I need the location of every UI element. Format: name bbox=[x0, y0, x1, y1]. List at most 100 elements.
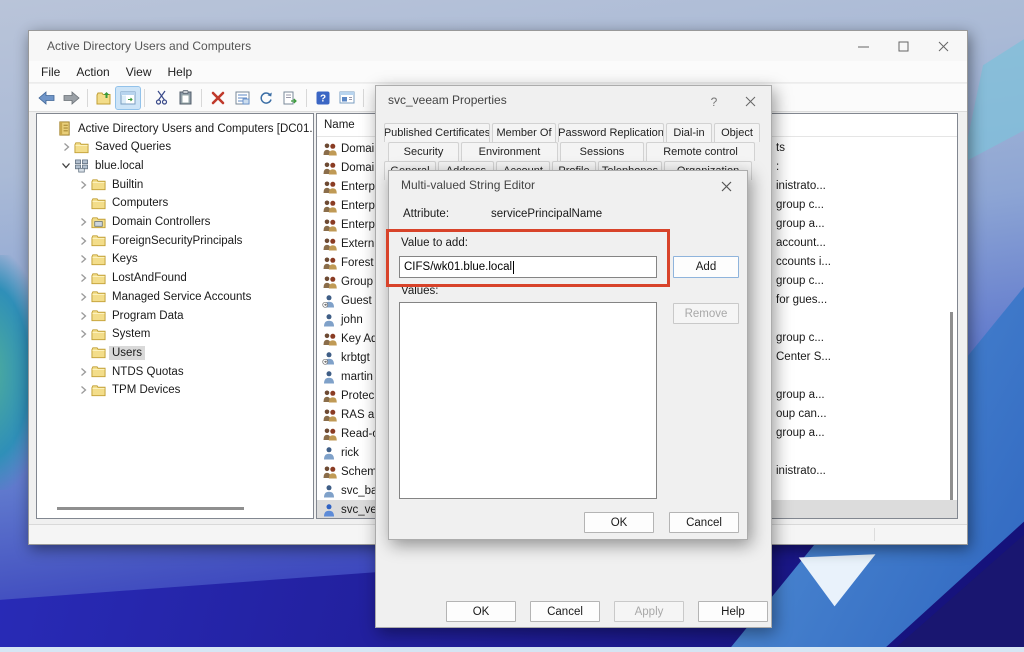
tab-remote-control[interactable]: Remote control bbox=[646, 142, 755, 161]
menu-help[interactable]: Help bbox=[160, 63, 201, 81]
remove-button[interactable]: Remove bbox=[673, 303, 739, 324]
refresh-icon[interactable] bbox=[254, 87, 278, 109]
editor-dialog-titlebar[interactable]: Multi-valued String Editor bbox=[389, 171, 747, 199]
tree-item-computers[interactable]: Computers bbox=[37, 194, 313, 213]
editor-ok-button[interactable]: OK bbox=[584, 512, 654, 533]
menu-view[interactable]: View bbox=[118, 63, 160, 81]
aduc-icon bbox=[57, 121, 75, 136]
properties-help-button[interactable]: Help bbox=[698, 601, 768, 622]
window-titlebar[interactable]: Active Directory Users and Computers bbox=[29, 31, 967, 61]
menu-bar: FileActionViewHelp bbox=[29, 61, 967, 83]
list-item-label: john bbox=[341, 314, 363, 326]
menu-file[interactable]: File bbox=[33, 63, 68, 81]
properties-list-icon[interactable] bbox=[230, 87, 254, 109]
chevron-collapsed-icon[interactable] bbox=[75, 292, 91, 302]
properties-apply-button[interactable]: Apply bbox=[614, 601, 684, 622]
description-fragment: ccounts i... bbox=[776, 256, 831, 268]
chevron-collapsed-icon[interactable] bbox=[75, 311, 91, 321]
minimize-button[interactable] bbox=[843, 31, 883, 61]
tab-object[interactable]: Object bbox=[714, 123, 760, 142]
add-button[interactable]: Add bbox=[673, 256, 739, 278]
list-item-label: Extern. bbox=[341, 238, 377, 250]
tab-published-certificates[interactable]: Published Certificates bbox=[384, 123, 490, 142]
help-icon[interactable]: ? bbox=[311, 87, 335, 109]
user-icon bbox=[322, 313, 341, 327]
properties-close-icon[interactable] bbox=[735, 90, 765, 112]
svg-text:?: ? bbox=[320, 93, 326, 104]
chevron-collapsed-icon[interactable] bbox=[75, 367, 91, 377]
tree-item-managed-service-accounts[interactable]: Managed Service Accounts bbox=[37, 287, 313, 306]
chevron-collapsed-icon[interactable] bbox=[75, 180, 91, 190]
description-fragment: ts bbox=[776, 142, 785, 154]
tree-item-label: Users bbox=[109, 346, 145, 360]
window-list-icon[interactable] bbox=[335, 87, 359, 109]
tab-security[interactable]: Security bbox=[388, 142, 459, 161]
delete-icon[interactable] bbox=[206, 87, 230, 109]
list-item-label: Domai bbox=[341, 162, 374, 174]
folder-icon bbox=[91, 328, 109, 341]
user-icon bbox=[322, 446, 341, 460]
tree-item-saved-queries[interactable]: Saved Queries bbox=[37, 138, 313, 157]
description-fragment: group c... bbox=[776, 275, 824, 287]
value-to-add-label: Value to add: bbox=[401, 237, 468, 249]
up-folder-icon[interactable] bbox=[92, 87, 116, 109]
properties-cancel-button[interactable]: Cancel bbox=[530, 601, 600, 622]
tree-item-ntds-quotas[interactable]: NTDS Quotas bbox=[37, 362, 313, 381]
tree-item-label: Saved Queries bbox=[92, 140, 174, 154]
maximize-button[interactable] bbox=[883, 31, 923, 61]
tab-member-of[interactable]: Member Of bbox=[492, 123, 556, 142]
values-label: Values: bbox=[401, 285, 439, 297]
back-icon[interactable] bbox=[35, 87, 59, 109]
folder-icon bbox=[91, 272, 109, 285]
tree-item-system[interactable]: System bbox=[37, 325, 313, 344]
chevron-collapsed-icon[interactable] bbox=[75, 254, 91, 264]
tree-item-program-data[interactable]: Program Data bbox=[37, 306, 313, 325]
tree-item-lostandfound[interactable]: LostAndFound bbox=[37, 269, 313, 288]
tree-item-keys[interactable]: Keys bbox=[37, 250, 313, 269]
close-button[interactable] bbox=[923, 31, 963, 61]
list-item-label: Read-o bbox=[341, 428, 379, 440]
tab-dial-in[interactable]: Dial-in bbox=[666, 123, 712, 142]
forward-icon[interactable] bbox=[59, 87, 83, 109]
tree-horizontal-scrollbar[interactable] bbox=[57, 507, 244, 510]
description-fragment: group a... bbox=[776, 389, 825, 401]
tree-item-label: Managed Service Accounts bbox=[109, 290, 254, 304]
tab-sessions[interactable]: Sessions bbox=[560, 142, 644, 161]
chevron-expanded-icon[interactable] bbox=[58, 161, 74, 170]
description-fragment: group a... bbox=[776, 427, 825, 439]
tab-password-replication[interactable]: Password Replication bbox=[558, 123, 664, 142]
properties-ok-button[interactable]: OK bbox=[446, 601, 516, 622]
values-listbox[interactable] bbox=[399, 302, 657, 499]
tree-item-blue-local[interactable]: blue.local bbox=[37, 156, 313, 175]
list-item-label: Protec bbox=[341, 390, 374, 402]
group-icon bbox=[322, 161, 341, 175]
chevron-collapsed-icon[interactable] bbox=[75, 273, 91, 283]
menu-action[interactable]: Action bbox=[68, 63, 117, 81]
export-list-icon[interactable] bbox=[278, 87, 302, 109]
chevron-collapsed-icon[interactable] bbox=[75, 236, 91, 246]
chevron-collapsed-icon[interactable] bbox=[75, 385, 91, 395]
group-icon bbox=[322, 180, 341, 194]
tree-item-active-directory-users-and-com[interactable]: Active Directory Users and Computers [DC… bbox=[37, 119, 313, 138]
properties-help-icon[interactable]: ? bbox=[699, 90, 729, 112]
value-input[interactable]: CIFS/wk01.blue.local bbox=[399, 256, 657, 278]
folder-icon bbox=[91, 384, 109, 397]
chevron-collapsed-icon[interactable] bbox=[75, 329, 91, 339]
tree-item-label: Program Data bbox=[109, 309, 187, 323]
folder-icon bbox=[91, 290, 109, 303]
chevron-collapsed-icon[interactable] bbox=[58, 142, 74, 152]
editor-cancel-button[interactable]: Cancel bbox=[669, 512, 739, 533]
tree-item-tpm-devices[interactable]: TPM Devices bbox=[37, 381, 313, 400]
chevron-collapsed-icon[interactable] bbox=[75, 217, 91, 227]
editor-close-icon[interactable] bbox=[711, 175, 741, 197]
tree-item-foreignsecurityprincipals[interactable]: ForeignSecurityPrincipals bbox=[37, 231, 313, 250]
tree-item-users[interactable]: Users bbox=[37, 343, 313, 362]
tree-item-domain-controllers[interactable]: Domain Controllers bbox=[37, 213, 313, 232]
tree-item-builtin[interactable]: Builtin bbox=[37, 175, 313, 194]
list-item-label: Schem bbox=[341, 466, 377, 478]
tab-environment[interactable]: Environment bbox=[461, 142, 558, 161]
tree-panel[interactable]: Active Directory Users and Computers [DC… bbox=[36, 113, 314, 519]
console-tree-icon[interactable] bbox=[116, 87, 140, 109]
paste-icon[interactable] bbox=[173, 87, 197, 109]
cut-icon[interactable] bbox=[149, 87, 173, 109]
